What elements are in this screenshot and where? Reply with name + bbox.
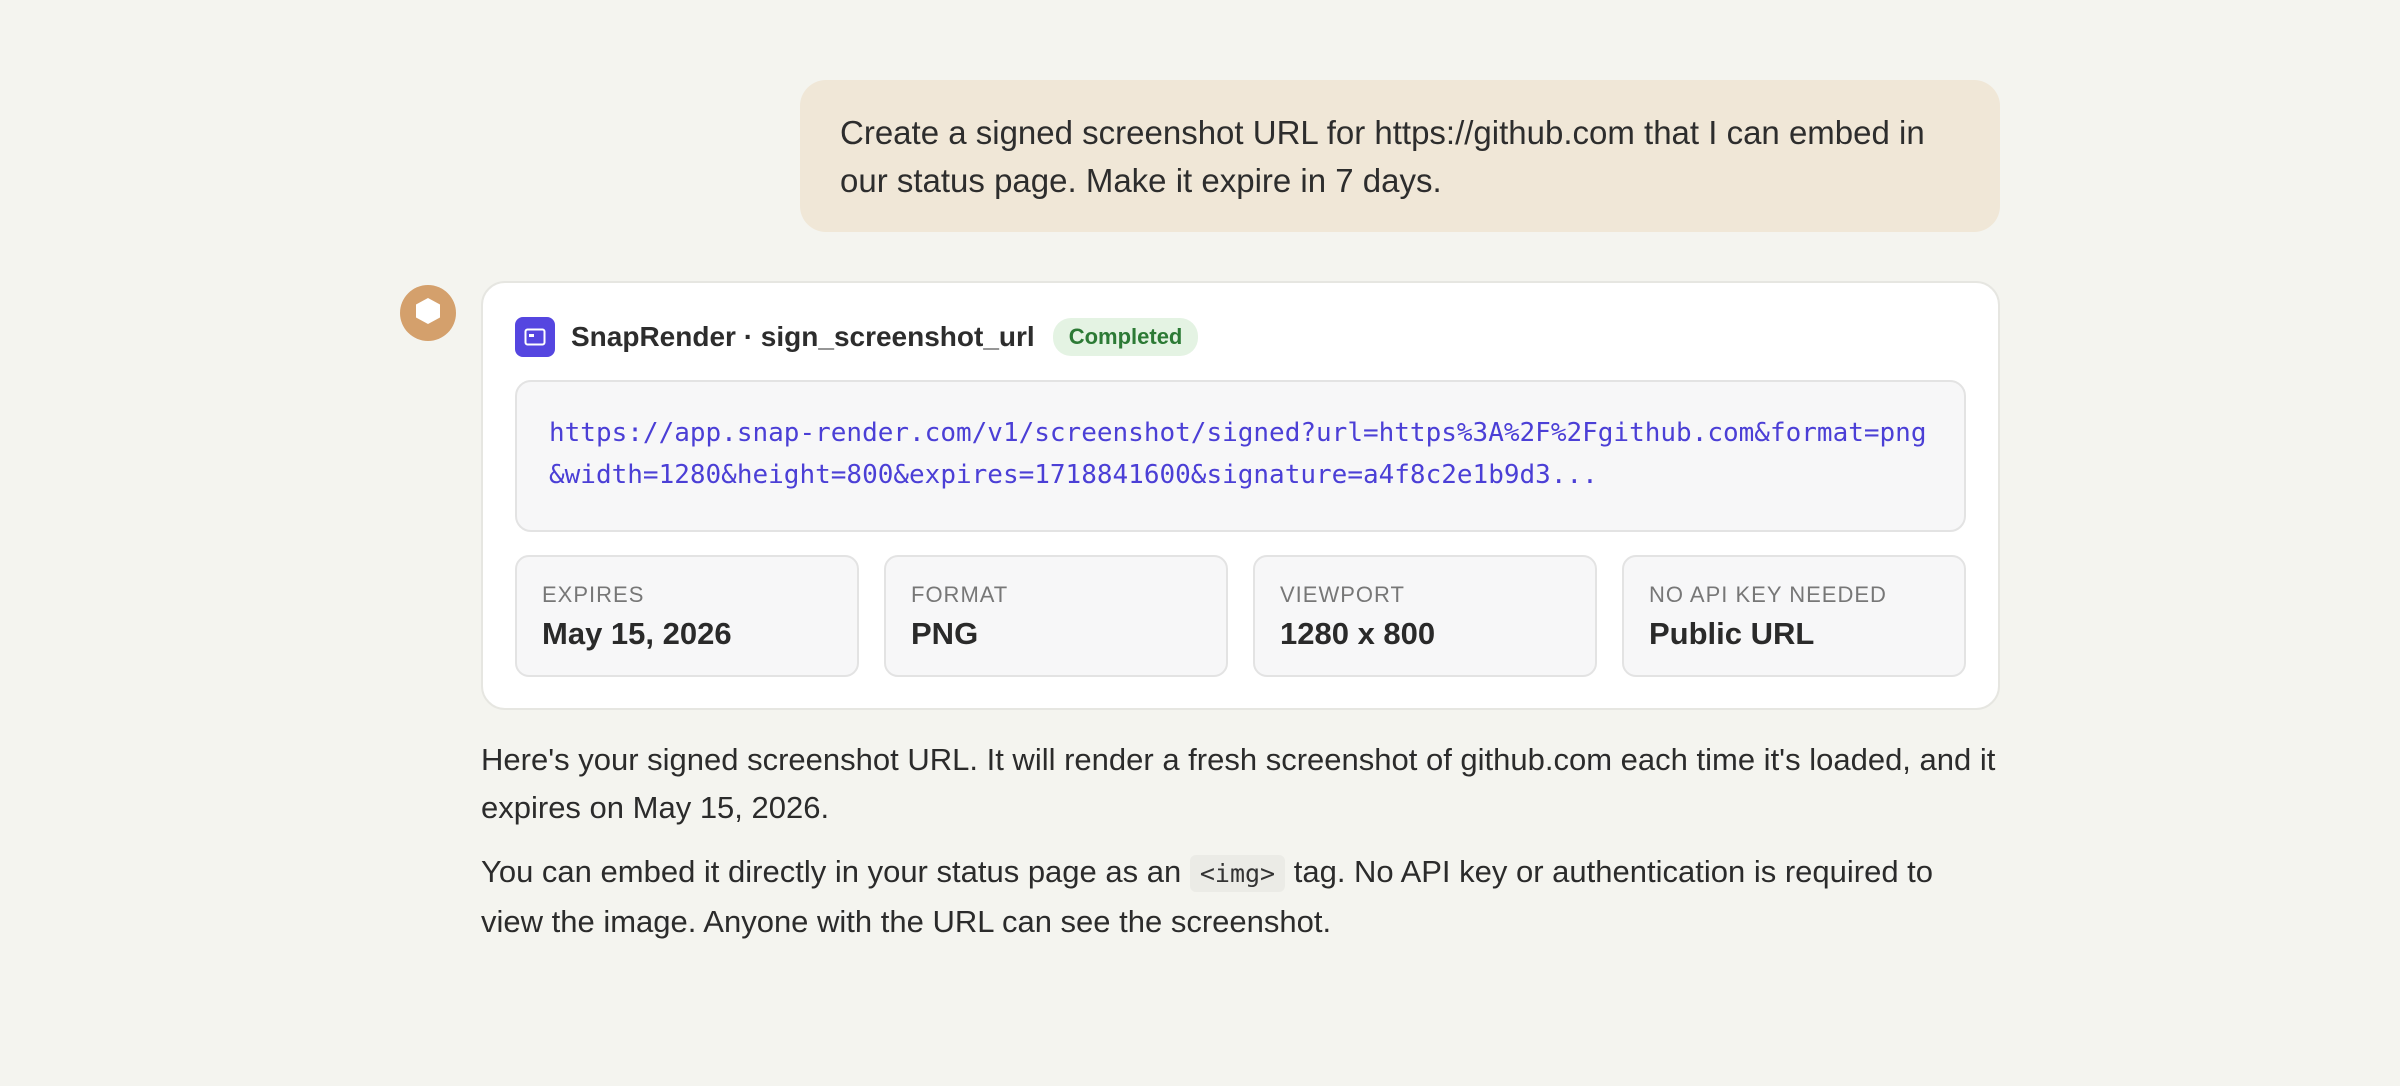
reply-paragraph: Here's your signed screenshot URL. It wi… bbox=[481, 742, 1996, 825]
tool-call-card: SnapRender · sign_screenshot_url Complet… bbox=[481, 281, 2000, 710]
screenshot-icon bbox=[515, 317, 555, 357]
meta-value: PNG bbox=[911, 616, 979, 651]
meta-label: VIEWPORT bbox=[1280, 582, 1405, 607]
reply-paragraph: You can embed it directly in your status… bbox=[481, 848, 2000, 946]
tool-call-header: SnapRender · sign_screenshot_url Complet… bbox=[515, 317, 1199, 357]
inline-code: <img> bbox=[1189, 855, 1286, 892]
tool-name: SnapRender · sign_screenshot_url bbox=[571, 321, 1035, 352]
status-badge: Completed bbox=[1052, 318, 1199, 356]
signed-url-box[interactable]: https://app.snap-render.com/v1/screensho… bbox=[515, 380, 1966, 532]
meta-value: May 15, 2026 bbox=[542, 616, 732, 651]
meta-viewport: VIEWPORT 1280 x 800 bbox=[1253, 555, 1597, 677]
assistant-avatar bbox=[400, 285, 456, 341]
user-message-bubble: Create a signed screenshot URL for https… bbox=[800, 80, 2000, 232]
meta-label: FORMAT bbox=[911, 582, 1009, 607]
meta-label: EXPIRES bbox=[542, 582, 645, 607]
user-message-text: Create a signed screenshot URL for https… bbox=[840, 114, 1925, 199]
meta-format: FORMAT PNG bbox=[884, 555, 1228, 677]
meta-label: NO API KEY NEEDED bbox=[1649, 582, 1887, 607]
meta-value: 1280 x 800 bbox=[1280, 616, 1436, 651]
meta-value: Public URL bbox=[1649, 616, 1815, 651]
hexagon-icon bbox=[415, 297, 441, 330]
meta-expires: EXPIRES May 15, 2026 bbox=[515, 555, 859, 677]
signed-url-text[interactable]: https://app.snap-render.com/v1/screensho… bbox=[549, 418, 1927, 490]
reply-text: You can embed it directly in your status… bbox=[481, 854, 1190, 889]
meta-access: NO API KEY NEEDED Public URL bbox=[1622, 555, 1966, 677]
metadata-row: EXPIRES May 15, 2026 FORMAT PNG VIEWPORT… bbox=[515, 555, 1966, 677]
assistant-reply: Here's your signed screenshot URL. It wi… bbox=[481, 736, 2000, 946]
